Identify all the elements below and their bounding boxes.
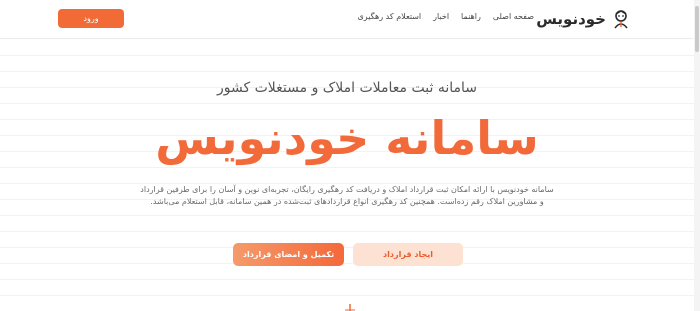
nav-home[interactable]: صفحه اصلی [493,12,534,21]
nav-tracking-inquiry[interactable]: استعلام کد رهگیری [358,12,422,21]
scrollbar[interactable] [694,0,700,311]
main-nav: صفحه اصلی راهنما اخبار استعلام کد رهگیری [358,12,534,21]
scrollbar-thumb[interactable] [695,6,699,52]
logo-text: خودنویس [536,10,606,28]
login-button[interactable]: ورود [58,9,124,28]
complete-sign-contract-button[interactable]: تکمیل و امضای قرارداد [233,243,344,266]
hero-description: سامانه خودنویس با ارائه امکان ثبت قراردا… [140,185,554,206]
hero-subtitle: سامانه ثبت معاملات املاک و مستغلات کشور [217,80,477,96]
decorative-mark [345,304,355,311]
pen-person-icon [614,10,628,29]
logo[interactable]: خودنویس [536,8,630,30]
site-header: خودنویس صفحه اصلی راهنما اخبار استعلام ک… [0,0,694,39]
hero-title: سامانه خودنویس [155,111,539,165]
nav-news[interactable]: اخبار [433,12,449,21]
nav-guide[interactable]: راهنما [461,12,481,21]
create-contract-button[interactable]: ایجاد قرارداد [353,243,463,266]
